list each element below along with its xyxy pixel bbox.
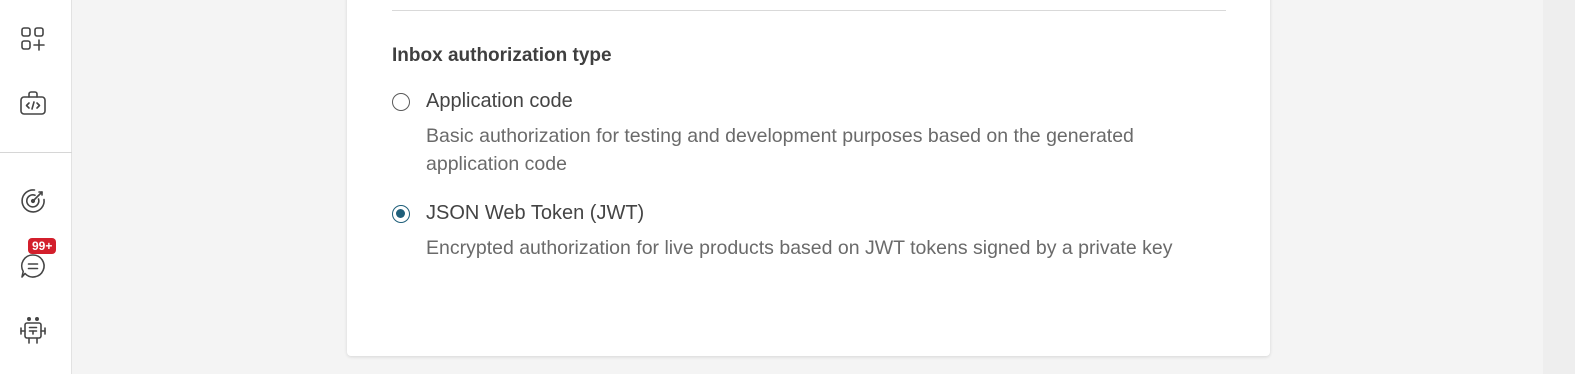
settings-card: Inbox authorization type Application cod… [347, 0, 1270, 356]
radio-jwt[interactable] [392, 205, 410, 223]
developer-toolbox-icon[interactable] [16, 86, 50, 120]
sidebar-divider [0, 152, 72, 153]
authorization-type-title: Inbox authorization type [392, 45, 612, 66]
chat-icon[interactable] [16, 249, 50, 283]
target-icon[interactable] [16, 184, 50, 218]
option-description-application-code: Basic authorization for testing and deve… [426, 125, 1134, 175]
right-gutter [1543, 0, 1575, 374]
apps-add-icon[interactable] [16, 22, 50, 56]
chat-badge: 99+ [28, 238, 57, 254]
bot-icon[interactable] [16, 313, 50, 347]
sidebar: 99+ [0, 0, 72, 374]
option-description-jwt: Encrypted authorization for live product… [426, 237, 1173, 259]
radio-application-code[interactable] [392, 93, 410, 111]
section-divider [392, 10, 1226, 11]
option-label-jwt[interactable]: JSON Web Token (JWT) [426, 202, 644, 225]
option-label-application-code[interactable]: Application code [426, 90, 573, 113]
